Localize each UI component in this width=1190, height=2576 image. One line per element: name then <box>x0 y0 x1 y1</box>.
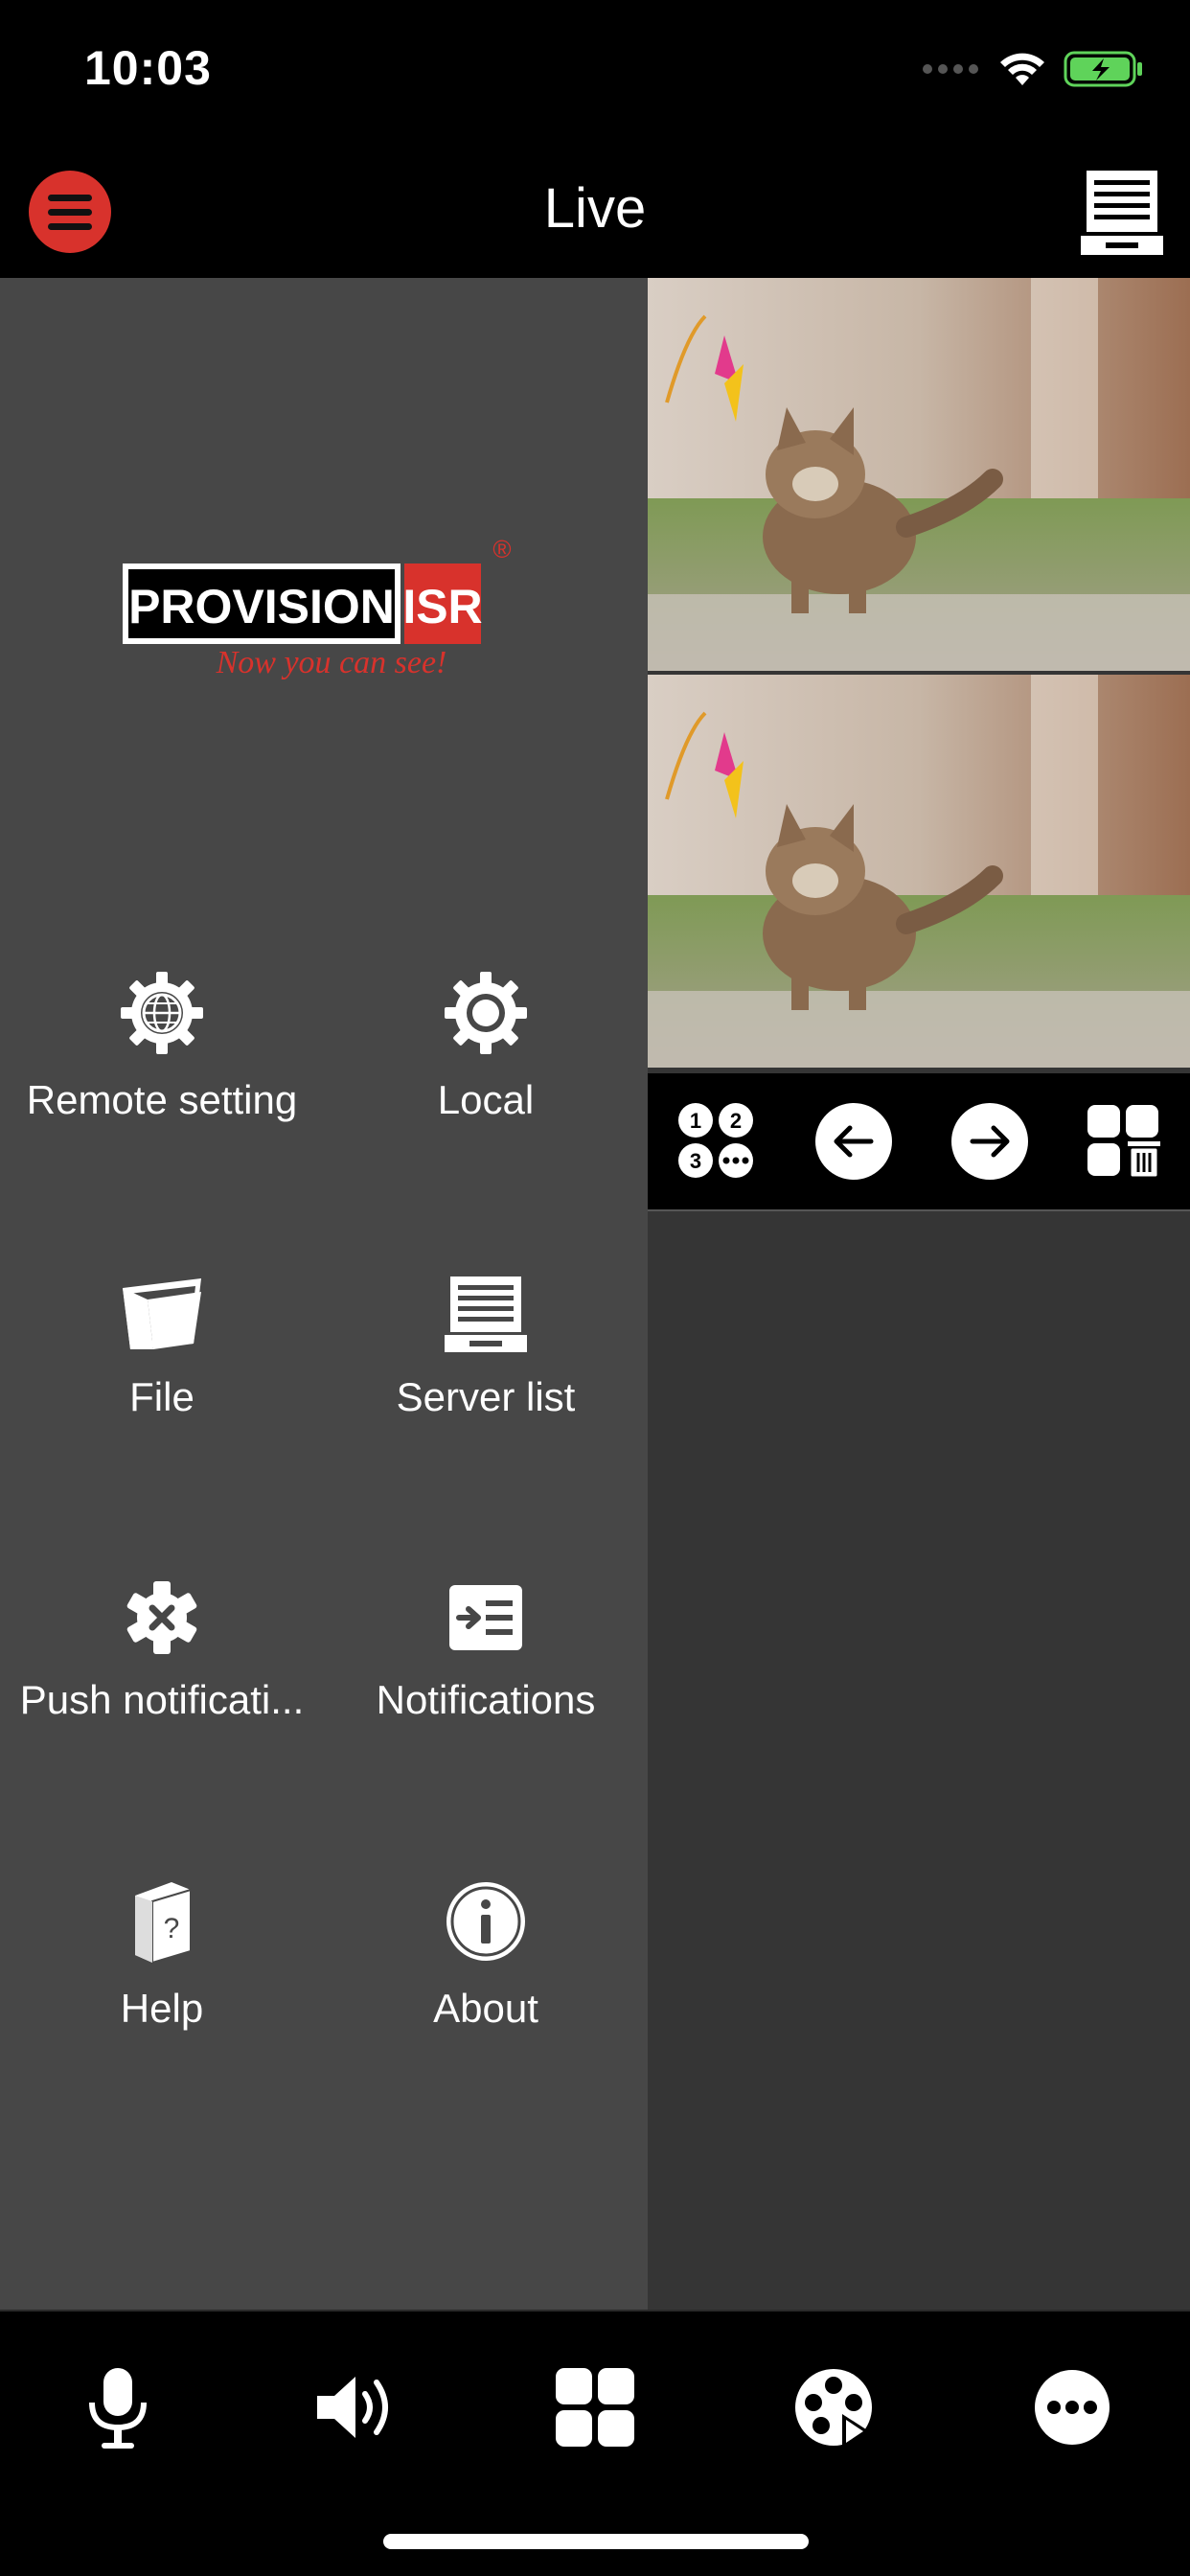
menu-item-help[interactable]: ? Help <box>0 1878 324 2032</box>
speaker-button[interactable] <box>309 2359 404 2455</box>
menu-item-label: Help <box>120 1986 204 2031</box>
menu-item-label: File <box>129 1374 195 1419</box>
menu-item-local[interactable]: Local <box>324 970 648 1123</box>
camera-feed-2[interactable] <box>648 675 1190 1068</box>
menu-item-label: Server list <box>396 1374 576 1419</box>
speaker-icon <box>317 2377 388 2438</box>
menu-item-server-list[interactable]: Server list <box>324 1275 648 1420</box>
microphone-icon <box>89 2368 147 2449</box>
page-title: Live <box>543 177 647 240</box>
svg-text:?: ? <box>164 1913 180 1944</box>
logo-text-right: ISR <box>402 580 482 633</box>
more-icon <box>1035 2370 1110 2445</box>
status-time: 10:03 <box>84 41 212 95</box>
more-button[interactable] <box>1024 2359 1120 2455</box>
menu-item-file[interactable]: File <box>0 1275 324 1420</box>
camera-image <box>648 675 1190 1068</box>
side-menu-panel: PROVISION ISR ® Now you can see! Remote … <box>0 278 648 2310</box>
delete-layout-icon[interactable] <box>1086 1103 1162 1180</box>
wifi-icon <box>1000 53 1044 85</box>
globe-gear-icon <box>121 972 203 1054</box>
server-list-icon[interactable] <box>1079 167 1165 257</box>
menu-item-push-notification[interactable]: Push notificati... <box>0 1579 324 1723</box>
next-arrow-icon[interactable] <box>950 1101 1030 1182</box>
folder-icon <box>123 1278 201 1349</box>
status-bar: 10:03 <box>0 0 1190 144</box>
battery-charging-icon <box>1064 51 1142 87</box>
playback-control-strip: 1 2 3 <box>648 1073 1190 1211</box>
svg-text:2: 2 <box>730 1109 742 1133</box>
menu-item-label: Notifications <box>376 1677 596 1722</box>
menu-item-label: Local <box>437 1077 535 1122</box>
menu-item-remote-setting[interactable]: Remote setting <box>0 970 324 1123</box>
status-indicators <box>922 50 1144 88</box>
nav-bar: Live <box>0 144 1190 278</box>
svg-text:1: 1 <box>690 1109 701 1133</box>
server-list-icon <box>445 1276 527 1352</box>
camera-feed-1[interactable] <box>648 278 1190 671</box>
notifications-icon <box>449 1585 522 1650</box>
cellular-signal-icon <box>923 64 978 74</box>
menu-item-about[interactable]: About <box>324 1878 648 2032</box>
menu-item-label: Push notificati... <box>19 1677 305 1722</box>
camera-image <box>648 278 1190 671</box>
push-gear-icon <box>126 1581 197 1654</box>
menu-item-notifications[interactable]: Notifications <box>324 1579 648 1723</box>
gear-icon <box>445 972 527 1054</box>
svg-text:3: 3 <box>690 1149 701 1173</box>
menu-item-label: About <box>433 1986 538 2031</box>
record-film-icon <box>795 2369 872 2449</box>
bottom-toolbar <box>0 2310 1190 2576</box>
provision-isr-logo: PROVISION ISR ® Now you can see! <box>123 535 512 680</box>
grid-icon <box>556 2368 634 2447</box>
microphone-button[interactable] <box>70 2359 166 2455</box>
previous-arrow-icon[interactable] <box>813 1101 894 1182</box>
home-indicator[interactable] <box>383 2534 809 2549</box>
registered-mark: ® <box>492 535 511 564</box>
live-video-area: 1 2 3 <box>648 278 1190 2310</box>
logo-text-left: PROVISION <box>128 580 395 633</box>
grid-layout-button[interactable] <box>547 2359 643 2455</box>
help-book-icon: ? <box>135 1882 192 1965</box>
record-button[interactable] <box>786 2359 881 2455</box>
logo-tagline: Now you can see! <box>216 645 447 680</box>
layout-select-icon[interactable]: 1 2 3 <box>675 1100 758 1183</box>
menu-item-label: Remote setting <box>26 1077 298 1122</box>
info-icon <box>446 1882 525 1961</box>
